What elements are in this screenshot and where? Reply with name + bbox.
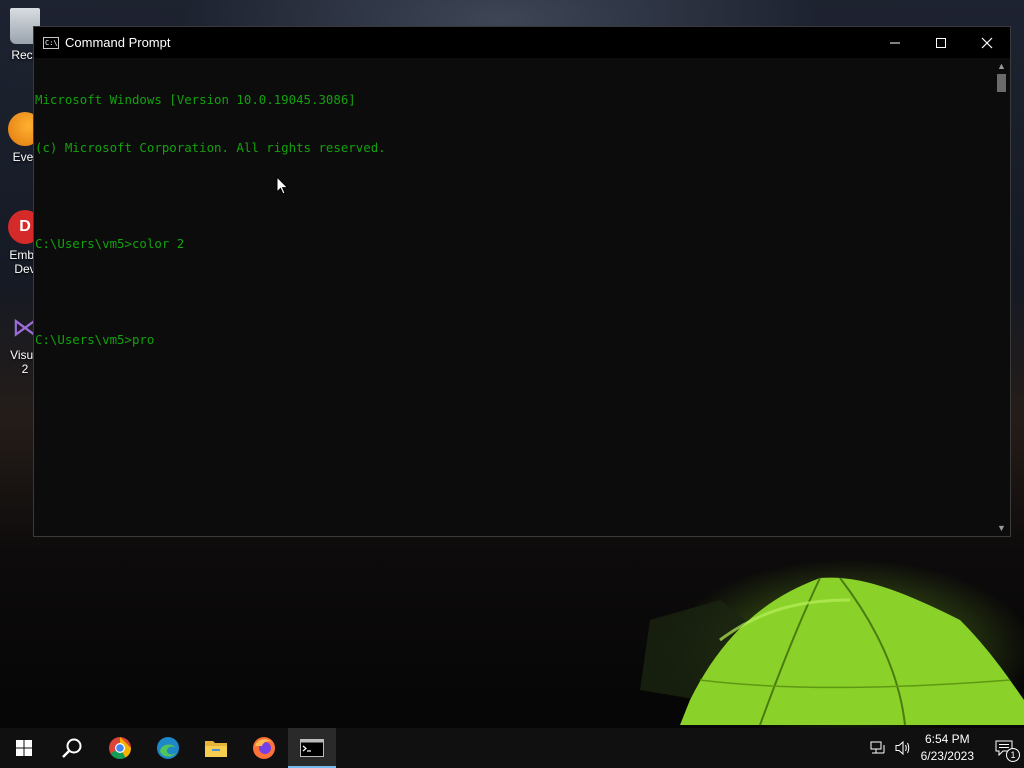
console-output[interactable]: Microsoft Windows [Version 10.0.19045.30… [34,58,994,536]
volume-icon[interactable] [891,728,915,768]
taskbar-command-prompt[interactable] [288,728,336,768]
maximize-icon [936,37,946,48]
clock-time: 6:54 PM [924,732,970,746]
start-button[interactable] [0,728,48,768]
window-title: Command Prompt [65,35,171,50]
console-input-line[interactable]: C:\Users\vm5>pro [35,332,994,348]
network-icon[interactable] [867,728,891,768]
minimize-icon [890,42,900,43]
windows-icon [16,740,32,756]
console-line: C:\Users\vm5>color 2 [35,236,185,251]
mouse-cursor-icon [276,176,289,195]
chrome-icon [109,737,131,759]
folder-icon [205,741,227,757]
taskbar: 6:54 PM 6/23/2023 1 [0,728,1024,768]
taskbar-chrome[interactable] [96,728,144,768]
system-tray: 6:54 PM 6/23/2023 1 [867,728,1024,768]
cmd-icon [300,739,324,757]
notification-count-badge: 1 [1006,748,1020,762]
search-button[interactable] [48,728,96,768]
vertical-scrollbar[interactable]: ▲ ▼ [993,58,1010,536]
console-line: (c) Microsoft Corporation. All rights re… [35,140,386,155]
window-titlebar[interactable]: C:\ Command Prompt [34,27,1010,58]
window-controls [872,27,1010,58]
action-center-button[interactable]: 1 [984,728,1024,768]
taskbar-firefox[interactable] [240,728,288,768]
close-button[interactable] [964,27,1010,58]
search-icon [62,738,82,758]
scroll-down-arrow-icon[interactable]: ▼ [993,520,1010,536]
maximize-button[interactable] [918,27,964,58]
command-prompt-window[interactable]: C:\ Command Prompt Microsoft Windows [Ve… [33,26,1011,537]
firefox-icon [253,737,275,759]
console-line: Microsoft Windows [Version 10.0.19045.30… [35,92,356,107]
clock-date: 6/23/2023 [920,749,974,763]
taskbar-edge[interactable] [144,728,192,768]
close-icon [981,37,993,48]
minimize-button[interactable] [872,27,918,58]
scroll-thumb[interactable] [997,74,1006,92]
taskbar-file-explorer[interactable] [192,728,240,768]
taskbar-clock[interactable]: 6:54 PM 6/23/2023 [921,731,974,765]
scroll-up-arrow-icon[interactable]: ▲ [993,58,1010,74]
edge-icon [157,737,179,759]
cmd-icon: C:\ [43,36,59,49]
